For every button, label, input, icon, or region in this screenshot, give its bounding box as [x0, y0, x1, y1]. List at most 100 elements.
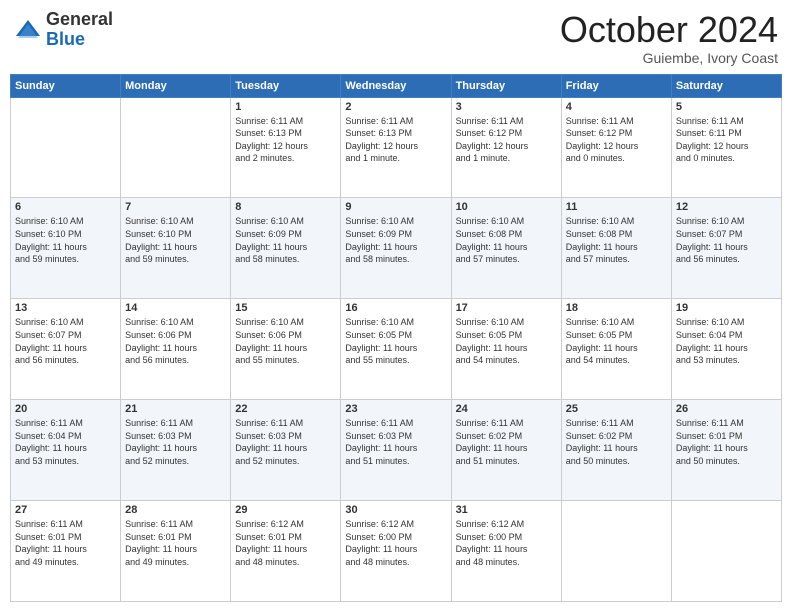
day-info: Sunrise: 6:11 AM Sunset: 6:01 PM Dayligh…	[676, 417, 777, 467]
day-number: 16	[345, 302, 446, 314]
calendar-cell: 14Sunrise: 6:10 AM Sunset: 6:06 PM Dayli…	[121, 299, 231, 400]
day-number: 1	[235, 101, 336, 113]
calendar-cell: 6 Sunrise: 6:10 AM Sunset: 6:10 PM Daylig…	[11, 198, 121, 299]
calendar-cell: 22 Sunrise: 6:11 AM Sunset: 6:03 PM Dayli…	[231, 400, 341, 501]
calendar-cell: 12 Sunrise: 6:10 AM Sunset: 6:07 PM Dayli…	[671, 198, 781, 299]
day-info: Sunrise: 6:10 AM Sunset: 6:05 PM Dayligh…	[345, 316, 446, 366]
day-info: Sunrise: 6:10 AM Sunset: 6:09 PM Dayligh…	[235, 215, 336, 265]
calendar-cell: 2 Sunrise: 6:11 AM Sunset: 6:13 PM Daylig…	[341, 97, 451, 198]
calendar-cell: 7 Sunrise: 6:10 AM Sunset: 6:10 PM Daylig…	[121, 198, 231, 299]
calendar-cell: 8 Sunrise: 6:10 AM Sunset: 6:09 PM Daylig…	[231, 198, 341, 299]
day-info: Sunrise: 6:10 AM Sunset: 6:09 PM Dayligh…	[345, 215, 446, 265]
title-block: October 2024 Guiembe, Ivory Coast	[560, 10, 778, 66]
day-info: Sunrise: 6:11 AM Sunset: 6:13 PM Dayligh…	[235, 115, 336, 165]
day-info: Sunrise: 6:12 AM Sunset: 6:00 PM Dayligh…	[456, 518, 557, 568]
day-number: 22	[235, 403, 336, 415]
day-info: Sunrise: 6:10 AM Sunset: 6:07 PM Dayligh…	[676, 215, 777, 265]
day-info: Sunrise: 6:11 AM Sunset: 6:03 PM Dayligh…	[235, 417, 336, 467]
day-number: 8	[235, 201, 336, 213]
day-info: Sunrise: 6:10 AM Sunset: 6:10 PM Dayligh…	[125, 215, 226, 265]
month-title: October 2024	[560, 10, 778, 50]
calendar-cell: 29Sunrise: 6:12 AM Sunset: 6:01 PM Dayli…	[231, 501, 341, 602]
day-info: Sunrise: 6:11 AM Sunset: 6:03 PM Dayligh…	[345, 417, 446, 467]
calendar-cell	[11, 97, 121, 198]
day-number: 26	[676, 403, 777, 415]
calendar-cell: 11 Sunrise: 6:10 AM Sunset: 6:08 PM Dayli…	[561, 198, 671, 299]
day-number: 6	[15, 201, 116, 213]
calendar-week-row: 27Sunrise: 6:11 AM Sunset: 6:01 PM Dayli…	[11, 501, 782, 602]
day-number: 11	[566, 201, 667, 213]
col-header-friday: Friday	[561, 74, 671, 97]
day-info: Sunrise: 6:10 AM Sunset: 6:08 PM Dayligh…	[456, 215, 557, 265]
calendar-cell: 23 Sunrise: 6:11 AM Sunset: 6:03 PM Dayli…	[341, 400, 451, 501]
day-info: Sunrise: 6:11 AM Sunset: 6:02 PM Dayligh…	[566, 417, 667, 467]
calendar-cell	[561, 501, 671, 602]
day-info: Sunrise: 6:10 AM Sunset: 6:05 PM Dayligh…	[456, 316, 557, 366]
calendar-cell: 30 Sunrise: 6:12 AM Sunset: 6:00 PM Dayli…	[341, 501, 451, 602]
day-number: 17	[456, 302, 557, 314]
day-number: 21	[125, 403, 226, 415]
calendar-header-row: SundayMondayTuesdayWednesdayThursdayFrid…	[11, 74, 782, 97]
day-number: 24	[456, 403, 557, 415]
day-number: 20	[15, 403, 116, 415]
day-info: Sunrise: 6:12 AM Sunset: 6:00 PM Dayligh…	[345, 518, 446, 568]
calendar-cell: 24Sunrise: 6:11 AM Sunset: 6:02 PM Dayli…	[451, 400, 561, 501]
logo-text: General Blue	[46, 10, 113, 50]
calendar-cell: 15Sunrise: 6:10 AM Sunset: 6:06 PM Dayli…	[231, 299, 341, 400]
calendar-cell: 31 Sunrise: 6:12 AM Sunset: 6:00 PM Dayli…	[451, 501, 561, 602]
calendar-cell: 18Sunrise: 6:10 AM Sunset: 6:05 PM Dayli…	[561, 299, 671, 400]
calendar-week-row: 13 Sunrise: 6:10 AM Sunset: 6:07 PM Dayli…	[11, 299, 782, 400]
calendar-week-row: 6 Sunrise: 6:10 AM Sunset: 6:10 PM Daylig…	[11, 198, 782, 299]
calendar-cell: 26 Sunrise: 6:11 AM Sunset: 6:01 PM Dayli…	[671, 400, 781, 501]
day-number: 9	[345, 201, 446, 213]
day-number: 12	[676, 201, 777, 213]
day-number: 30	[345, 504, 446, 516]
day-number: 3	[456, 101, 557, 113]
day-number: 7	[125, 201, 226, 213]
col-header-sunday: Sunday	[11, 74, 121, 97]
day-info: Sunrise: 6:12 AM Sunset: 6:01 PM Dayligh…	[235, 518, 336, 568]
calendar-week-row: 20 Sunrise: 6:11 AM Sunset: 6:04 PM Dayli…	[11, 400, 782, 501]
calendar-cell	[121, 97, 231, 198]
calendar-cell: 4Sunrise: 6:11 AM Sunset: 6:12 PM Daylig…	[561, 97, 671, 198]
calendar-cell	[671, 501, 781, 602]
day-info: Sunrise: 6:11 AM Sunset: 6:03 PM Dayligh…	[125, 417, 226, 467]
logo: General Blue	[14, 10, 113, 50]
day-info: Sunrise: 6:10 AM Sunset: 6:04 PM Dayligh…	[676, 316, 777, 366]
day-info: Sunrise: 6:10 AM Sunset: 6:05 PM Dayligh…	[566, 316, 667, 366]
day-info: Sunrise: 6:11 AM Sunset: 6:13 PM Dayligh…	[345, 115, 446, 165]
day-number: 10	[456, 201, 557, 213]
day-info: Sunrise: 6:11 AM Sunset: 6:01 PM Dayligh…	[15, 518, 116, 568]
day-number: 5	[676, 101, 777, 113]
col-header-monday: Monday	[121, 74, 231, 97]
location: Guiembe, Ivory Coast	[560, 50, 778, 66]
day-number: 2	[345, 101, 446, 113]
day-number: 14	[125, 302, 226, 314]
calendar-cell: 17 Sunrise: 6:10 AM Sunset: 6:05 PM Dayli…	[451, 299, 561, 400]
calendar-cell: 16 Sunrise: 6:10 AM Sunset: 6:05 PM Dayli…	[341, 299, 451, 400]
day-number: 15	[235, 302, 336, 314]
logo-icon	[14, 16, 42, 44]
logo-general-text: General	[46, 10, 113, 30]
calendar-cell: 10 Sunrise: 6:10 AM Sunset: 6:08 PM Dayli…	[451, 198, 561, 299]
day-number: 23	[345, 403, 446, 415]
page: General Blue October 2024 Guiembe, Ivory…	[0, 0, 792, 612]
logo-blue-text: Blue	[46, 30, 113, 50]
day-number: 31	[456, 504, 557, 516]
calendar-cell: 5Sunrise: 6:11 AM Sunset: 6:11 PM Daylig…	[671, 97, 781, 198]
calendar-cell: 27Sunrise: 6:11 AM Sunset: 6:01 PM Dayli…	[11, 501, 121, 602]
col-header-wednesday: Wednesday	[341, 74, 451, 97]
day-info: Sunrise: 6:10 AM Sunset: 6:10 PM Dayligh…	[15, 215, 116, 265]
calendar-cell: 3Sunrise: 6:11 AM Sunset: 6:12 PM Daylig…	[451, 97, 561, 198]
calendar-cell: 28Sunrise: 6:11 AM Sunset: 6:01 PM Dayli…	[121, 501, 231, 602]
day-info: Sunrise: 6:11 AM Sunset: 6:04 PM Dayligh…	[15, 417, 116, 467]
day-number: 25	[566, 403, 667, 415]
day-info: Sunrise: 6:10 AM Sunset: 6:07 PM Dayligh…	[15, 316, 116, 366]
day-info: Sunrise: 6:10 AM Sunset: 6:08 PM Dayligh…	[566, 215, 667, 265]
calendar-cell: 13 Sunrise: 6:10 AM Sunset: 6:07 PM Dayli…	[11, 299, 121, 400]
header: General Blue October 2024 Guiembe, Ivory…	[10, 10, 782, 66]
col-header-thursday: Thursday	[451, 74, 561, 97]
day-number: 19	[676, 302, 777, 314]
day-number: 13	[15, 302, 116, 314]
calendar: SundayMondayTuesdayWednesdayThursdayFrid…	[10, 74, 782, 602]
